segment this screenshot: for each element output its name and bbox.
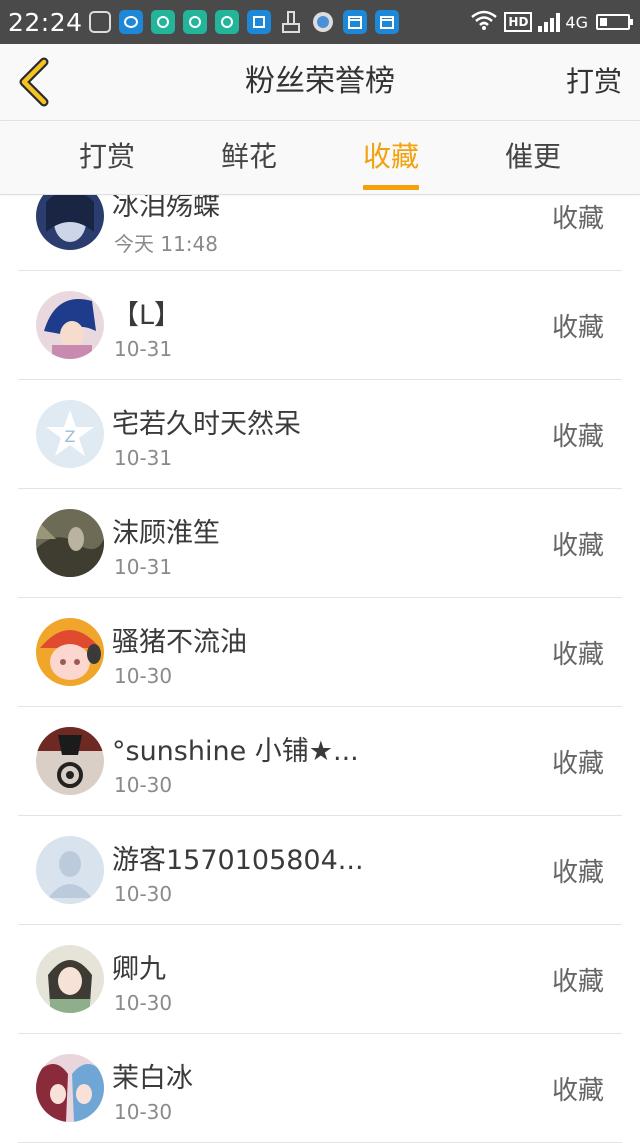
avatar bbox=[36, 291, 104, 359]
brush-icon bbox=[279, 10, 303, 34]
fan-name: 宅若久时天然呆 bbox=[112, 409, 301, 440]
fan-date: 10-30 bbox=[114, 991, 173, 1015]
fan-name: 【L】 bbox=[112, 300, 182, 331]
back-button[interactable] bbox=[14, 56, 58, 108]
avatar bbox=[36, 509, 104, 577]
wifi-icon bbox=[470, 9, 498, 35]
reward-button[interactable]: 打赏 bbox=[566, 44, 622, 120]
fan-date: 10-30 bbox=[114, 1100, 173, 1124]
fan-date: 10-30 bbox=[114, 882, 173, 906]
list-item[interactable]: 沫顾淮笙 10-31 收藏 bbox=[18, 489, 622, 598]
signal-icon bbox=[538, 12, 562, 32]
tab-label: 鲜花 bbox=[220, 140, 277, 173]
fan-name: 骚猪不流油 bbox=[112, 627, 247, 658]
avatar bbox=[36, 1054, 104, 1122]
avatar bbox=[36, 618, 104, 686]
tab-reward[interactable]: 打赏 bbox=[36, 121, 178, 194]
fan-date: 10-30 bbox=[114, 664, 173, 688]
row-action-label: 收藏 bbox=[551, 1076, 604, 1106]
notification-icons bbox=[88, 10, 407, 34]
network-type: 4G bbox=[565, 12, 588, 32]
app-icon bbox=[182, 10, 207, 34]
list-item[interactable]: 茉白冰 10-30 收藏 bbox=[18, 1034, 622, 1143]
list-item[interactable]: Z 宅若久时天然呆 10-31 收藏 bbox=[18, 380, 622, 489]
tab-flowers[interactable]: 鲜花 bbox=[178, 121, 320, 194]
row-action-label: 收藏 bbox=[551, 967, 604, 997]
list-item[interactable]: 【L】 10-31 收藏 bbox=[18, 271, 622, 380]
row-action-label: 收藏 bbox=[551, 858, 604, 888]
fan-date: 今天 11:48 bbox=[114, 232, 218, 256]
avatar bbox=[36, 836, 104, 904]
active-tab-indicator bbox=[363, 185, 419, 190]
default-avatar-icon bbox=[36, 836, 104, 904]
avatar: Z bbox=[36, 400, 104, 468]
fan-name: °sunshine 小铺★... bbox=[112, 736, 359, 767]
row-action-label: 收藏 bbox=[551, 204, 604, 234]
fan-name: 沫顾淮笙 bbox=[112, 518, 220, 549]
status-indicators: HD 4G bbox=[470, 9, 633, 35]
row-action-label: 收藏 bbox=[551, 749, 604, 779]
battery-icon bbox=[596, 14, 633, 30]
fan-name: 卿九 bbox=[112, 954, 166, 985]
avatar bbox=[36, 727, 104, 795]
robot-icon bbox=[88, 11, 111, 33]
tab-urge-update[interactable]: 催更 bbox=[462, 121, 604, 194]
tab-favorites[interactable]: 收藏 bbox=[320, 121, 462, 194]
hd-badge: HD bbox=[504, 12, 533, 32]
svg-text:Z: Z bbox=[65, 427, 76, 446]
status-time: 22:24 bbox=[8, 7, 83, 37]
tab-bar: 打赏 鲜花 收藏 催更 bbox=[0, 121, 640, 195]
app-icon bbox=[150, 10, 175, 34]
row-action-label: 收藏 bbox=[551, 531, 604, 561]
fan-date: 10-31 bbox=[114, 555, 173, 579]
app-icon bbox=[214, 10, 239, 34]
tab-label: 催更 bbox=[504, 140, 561, 173]
page-title: 粉丝荣誉榜 bbox=[245, 64, 395, 99]
status-bar: 22:24 HD 4G bbox=[0, 0, 640, 44]
list-item[interactable]: °sunshine 小铺★... 10-30 收藏 bbox=[18, 707, 622, 816]
list-item[interactable]: 卿九 10-30 收藏 bbox=[18, 925, 622, 1034]
tab-label: 收藏 bbox=[362, 140, 419, 173]
calendar-icon bbox=[374, 10, 399, 34]
fan-name: 茉白冰 bbox=[112, 1063, 193, 1094]
row-action-label: 收藏 bbox=[551, 422, 604, 452]
scan-icon bbox=[246, 10, 271, 34]
tab-label: 打赏 bbox=[78, 140, 135, 173]
fly-icon bbox=[311, 10, 335, 34]
fan-name: 游客1570105804... bbox=[112, 845, 364, 876]
qq-icon bbox=[118, 10, 143, 34]
fan-list: 冰泪殇蝶 今天 11:48 收藏 【L】 10-31 收藏 Z 宅若久时天然呆 … bbox=[0, 162, 640, 1143]
calendar-icon bbox=[342, 10, 367, 34]
fan-date: 10-31 bbox=[114, 446, 173, 470]
fan-date: 10-30 bbox=[114, 773, 173, 797]
row-action-label: 收藏 bbox=[551, 640, 604, 670]
list-item[interactable]: 游客1570105804... 10-30 收藏 bbox=[18, 816, 622, 925]
avatar bbox=[36, 945, 104, 1013]
fan-date: 10-31 bbox=[114, 337, 173, 361]
list-item[interactable]: 骚猪不流油 10-30 收藏 bbox=[18, 598, 622, 707]
chevron-left-icon bbox=[19, 57, 49, 107]
nav-bar: 粉丝荣誉榜 打赏 bbox=[0, 44, 640, 121]
row-action-label: 收藏 bbox=[551, 313, 604, 343]
